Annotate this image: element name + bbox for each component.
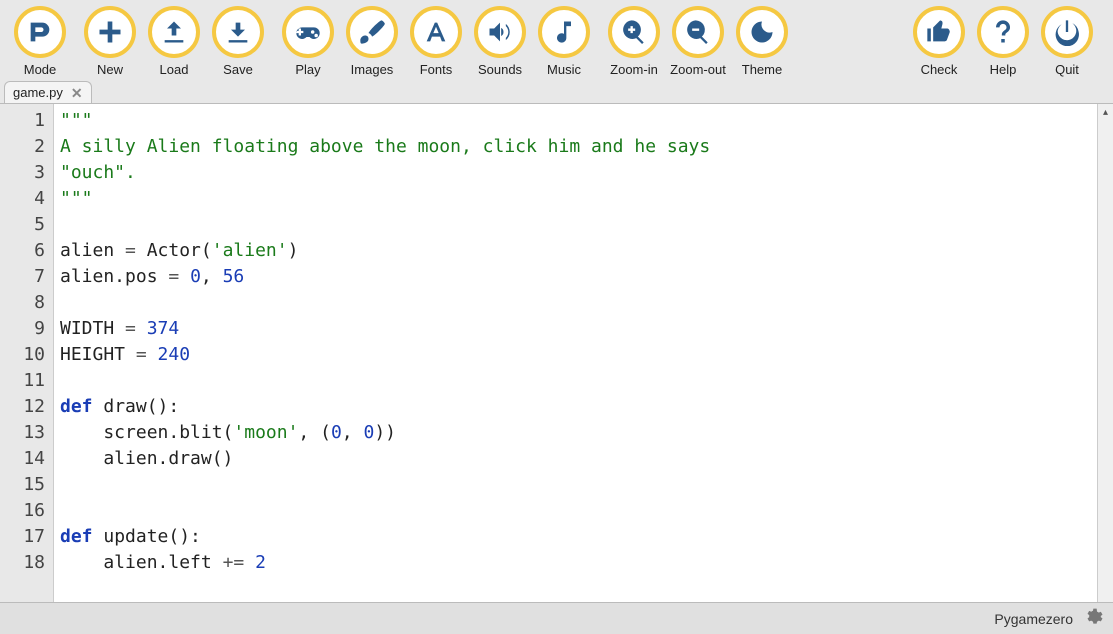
vertical-scrollbar[interactable]: ▴ (1097, 104, 1113, 602)
code-line[interactable]: """ (60, 108, 1091, 134)
status-mode-label: Pygamezero (994, 611, 1073, 627)
toolbar-label: Check (921, 62, 958, 77)
download-icon (212, 6, 264, 58)
upload-icon (148, 6, 200, 58)
question-icon (977, 6, 1029, 58)
line-number: 11 (4, 368, 45, 394)
code-line[interactable] (60, 212, 1091, 238)
toolbar: Mode New Load Save Play Images Fonts Sounds Musi… (0, 0, 1113, 79)
gamepad-icon (282, 6, 334, 58)
toolbar-label: Sounds (478, 62, 522, 77)
line-number: 5 (4, 212, 45, 238)
line-number-gutter: 123456789101112131415161718 (0, 104, 54, 602)
save-button[interactable]: Save (206, 6, 270, 77)
play-button[interactable]: Play (276, 6, 340, 77)
tab-game-py[interactable]: game.py ✕ (4, 81, 92, 103)
line-number: 4 (4, 186, 45, 212)
toolbar-label: New (97, 62, 123, 77)
toolbar-label: Music (547, 62, 581, 77)
zoomin-icon (608, 6, 660, 58)
code-line[interactable]: alien.left += 2 (60, 550, 1091, 576)
gear-icon[interactable] (1083, 607, 1103, 630)
code-editor[interactable]: 123456789101112131415161718 """A silly A… (0, 104, 1113, 602)
thumbsup-icon (913, 6, 965, 58)
code-line[interactable]: alien.pos = 0, 56 (60, 264, 1091, 290)
line-number: 8 (4, 290, 45, 316)
toolbar-label: Save (223, 62, 253, 77)
toolbar-label: Load (160, 62, 189, 77)
line-number: 18 (4, 550, 45, 576)
theme-button[interactable]: Theme (730, 6, 794, 77)
volume-icon (474, 6, 526, 58)
music-button[interactable]: Music (532, 6, 596, 77)
line-number: 9 (4, 316, 45, 342)
line-number: 10 (4, 342, 45, 368)
moon-icon (736, 6, 788, 58)
quit-button[interactable]: Quit (1035, 6, 1099, 77)
code-line[interactable]: def draw(): (60, 394, 1091, 420)
toolbar-label: Theme (742, 62, 782, 77)
code-line[interactable]: A silly Alien floating above the moon, c… (60, 134, 1091, 160)
line-number: 17 (4, 524, 45, 550)
toolbar-label: Mode (24, 62, 57, 77)
code-line[interactable]: alien.draw() (60, 446, 1091, 472)
toolbar-label: Images (351, 62, 394, 77)
line-number: 14 (4, 446, 45, 472)
zoomout-icon (672, 6, 724, 58)
toolbar-label: Quit (1055, 62, 1079, 77)
zoomout-button[interactable]: Zoom-out (666, 6, 730, 77)
help-button[interactable]: Help (971, 6, 1035, 77)
scroll-up-icon[interactable]: ▴ (1098, 104, 1113, 120)
code-line[interactable]: """ (60, 186, 1091, 212)
tab-bar: game.py ✕ (0, 79, 1113, 104)
line-number: 1 (4, 108, 45, 134)
images-button[interactable]: Images (340, 6, 404, 77)
code-line[interactable]: WIDTH = 374 (60, 316, 1091, 342)
code-line[interactable]: "ouch". (60, 160, 1091, 186)
check-button[interactable]: Check (907, 6, 971, 77)
toolbar-label: Zoom-in (610, 62, 658, 77)
line-number: 12 (4, 394, 45, 420)
tab-label: game.py (13, 85, 63, 100)
line-number: 15 (4, 472, 45, 498)
code-line[interactable]: alien = Actor('alien') (60, 238, 1091, 264)
code-line[interactable]: def update(): (60, 524, 1091, 550)
brush-icon (346, 6, 398, 58)
font-icon (410, 6, 462, 58)
line-number: 2 (4, 134, 45, 160)
toolbar-label: Play (295, 62, 320, 77)
toolbar-label: Fonts (420, 62, 453, 77)
code-line[interactable] (60, 368, 1091, 394)
line-number: 16 (4, 498, 45, 524)
toolbar-label: Help (990, 62, 1017, 77)
mode-icon (14, 6, 66, 58)
code-content[interactable]: """A silly Alien floating above the moon… (54, 104, 1097, 602)
code-line[interactable] (60, 472, 1091, 498)
line-number: 7 (4, 264, 45, 290)
code-line[interactable]: HEIGHT = 240 (60, 342, 1091, 368)
line-number: 13 (4, 420, 45, 446)
note-icon (538, 6, 590, 58)
load-button[interactable]: Load (142, 6, 206, 77)
line-number: 6 (4, 238, 45, 264)
new-button[interactable]: New (78, 6, 142, 77)
toolbar-label: Zoom-out (670, 62, 726, 77)
status-bar: Pygamezero (0, 602, 1113, 634)
fonts-button[interactable]: Fonts (404, 6, 468, 77)
code-line[interactable] (60, 498, 1091, 524)
code-line[interactable] (60, 290, 1091, 316)
power-icon (1041, 6, 1093, 58)
plus-icon (84, 6, 136, 58)
mode-button[interactable]: Mode (8, 6, 72, 77)
zoomin-button[interactable]: Zoom-in (602, 6, 666, 77)
sounds-button[interactable]: Sounds (468, 6, 532, 77)
line-number: 3 (4, 160, 45, 186)
code-line[interactable]: screen.blit('moon', (0, 0)) (60, 420, 1091, 446)
close-icon[interactable]: ✕ (71, 86, 83, 100)
